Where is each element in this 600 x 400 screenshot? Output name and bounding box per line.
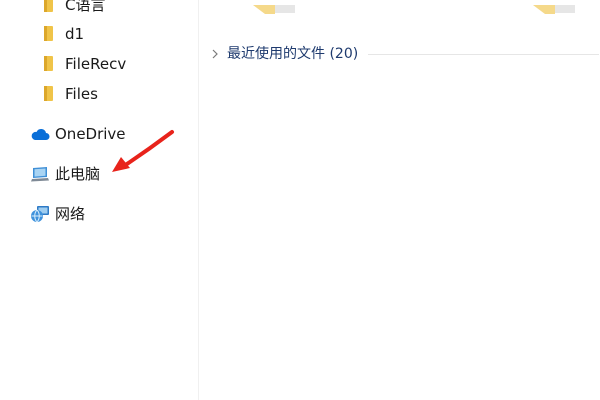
nav-item-label: 此电脑 bbox=[55, 165, 101, 183]
chevron-right-icon[interactable] bbox=[209, 48, 221, 60]
navigation-pane: C语言 d1 FileRecv Files OneDrive 此电脑 网络 bbox=[0, 0, 199, 400]
folder-icon bbox=[44, 56, 53, 71]
folder-icon bbox=[44, 86, 53, 101]
computer-icon bbox=[30, 166, 50, 182]
file-thumbnail-icon[interactable] bbox=[249, 0, 299, 14]
annotation-arrow-icon bbox=[112, 130, 174, 172]
nav-item-label: C语言 bbox=[65, 0, 106, 14]
recent-files-group-title: 最近使用的文件 (20) bbox=[227, 46, 359, 62]
cloud-icon bbox=[30, 126, 50, 140]
content-pane: 最近使用的文件 (20) bbox=[199, 0, 600, 400]
recent-files-group-header[interactable]: 最近使用的文件 (20) bbox=[209, 44, 599, 64]
nav-item-label: Files bbox=[65, 85, 98, 103]
folder-icon bbox=[44, 26, 53, 41]
folder-icon bbox=[44, 0, 53, 12]
nav-item-files[interactable]: Files bbox=[0, 80, 198, 108]
group-divider bbox=[368, 53, 599, 55]
nav-item-label: FileRecv bbox=[65, 55, 127, 73]
network-icon bbox=[30, 205, 50, 223]
nav-item-filerecv[interactable]: FileRecv bbox=[0, 50, 198, 78]
nav-item-network[interactable]: 网络 bbox=[0, 200, 198, 228]
file-thumbnail-icon[interactable] bbox=[529, 0, 579, 14]
nav-item-label: 网络 bbox=[55, 205, 86, 223]
nav-item-d1[interactable]: d1 bbox=[0, 20, 198, 48]
nav-item-c-language[interactable]: C语言 bbox=[0, 0, 198, 19]
nav-item-label: d1 bbox=[65, 25, 85, 43]
